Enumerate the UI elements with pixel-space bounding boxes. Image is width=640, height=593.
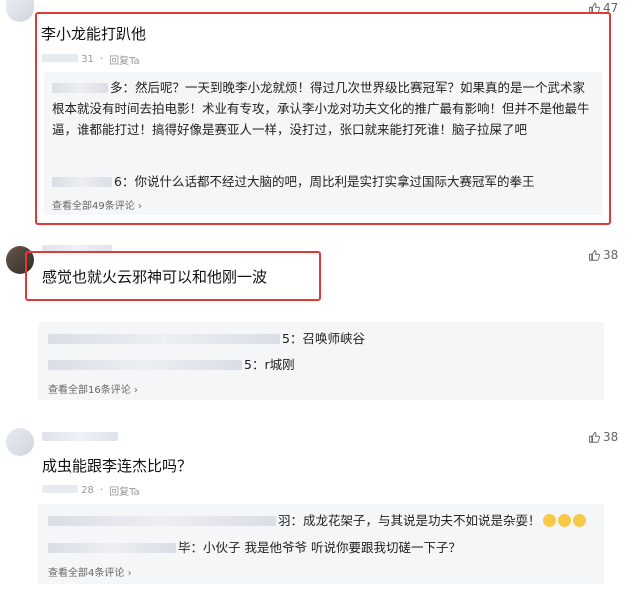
- reply-username[interactable]: [48, 360, 242, 370]
- username[interactable]: [42, 432, 118, 441]
- chevron-right-icon: ›: [137, 201, 142, 212]
- thumbs-up-icon: [589, 432, 600, 443]
- grin-emoji-icon: [572, 514, 586, 527]
- grin-emoji-icon: [557, 514, 571, 527]
- comment-text: 感觉也就火云邪神可以和他刚一波: [42, 268, 268, 286]
- chevron-right-icon: ›: [133, 385, 138, 396]
- like-count: 38: [603, 248, 619, 262]
- reply-ta-link[interactable]: 回复Ta: [109, 52, 140, 67]
- reply-item: 5：召唤师峡谷: [48, 328, 365, 349]
- like-count: 38: [603, 430, 619, 444]
- date-text: 28: [42, 485, 94, 496]
- reply-username[interactable]: [48, 334, 280, 344]
- reply-ta-link[interactable]: 回复Ta: [109, 483, 140, 498]
- comment-meta: 31 · 回复Ta: [42, 52, 140, 67]
- view-all-replies-link[interactable]: 查看全部4条评论 ›: [48, 564, 132, 579]
- chevron-right-icon: ›: [127, 568, 132, 579]
- reply-username[interactable]: [48, 516, 276, 526]
- reply-username[interactable]: [52, 177, 112, 187]
- thumbs-up-icon: [589, 250, 600, 261]
- view-all-replies-link[interactable]: 查看全部49条评论 ›: [52, 197, 142, 212]
- reply-item: 5：r城刚: [48, 354, 295, 375]
- reply-item: 6：你说什么话都不经过大脑的吧，周比利是实打实拿过国际大赛冠军的拳王: [52, 171, 592, 192]
- like-button[interactable]: 38: [588, 430, 618, 444]
- avatar[interactable]: [6, 0, 34, 22]
- grin-emoji-icon: [542, 514, 556, 527]
- reply-username[interactable]: [52, 83, 108, 93]
- comment-text: 李小龙能打趴他: [41, 25, 147, 43]
- like-button[interactable]: 38: [588, 248, 618, 262]
- separator: ·: [99, 485, 104, 496]
- view-all-replies-link[interactable]: 查看全部16条评论 ›: [48, 381, 138, 396]
- separator: ·: [99, 54, 104, 65]
- reply-item: 羽：成龙花架子，与其说是功夫不如说是杂耍！: [48, 510, 586, 531]
- reply-item: 多：然后呢？一天到晚李小龙就烦！得过几次世界级比赛冠军？如果真的是一个武术家根本…: [52, 80, 590, 137]
- comment-meta: 28 · 回复Ta: [42, 483, 140, 498]
- avatar[interactable]: [6, 428, 34, 456]
- date-text: 31: [42, 54, 94, 65]
- reply-username[interactable]: [48, 543, 176, 553]
- reply-item: 毕：小伙子 我是他爷爷 听说你要跟我切磋一下子？: [48, 537, 461, 558]
- comment-text: 成虫能跟李连杰比吗？: [42, 457, 193, 475]
